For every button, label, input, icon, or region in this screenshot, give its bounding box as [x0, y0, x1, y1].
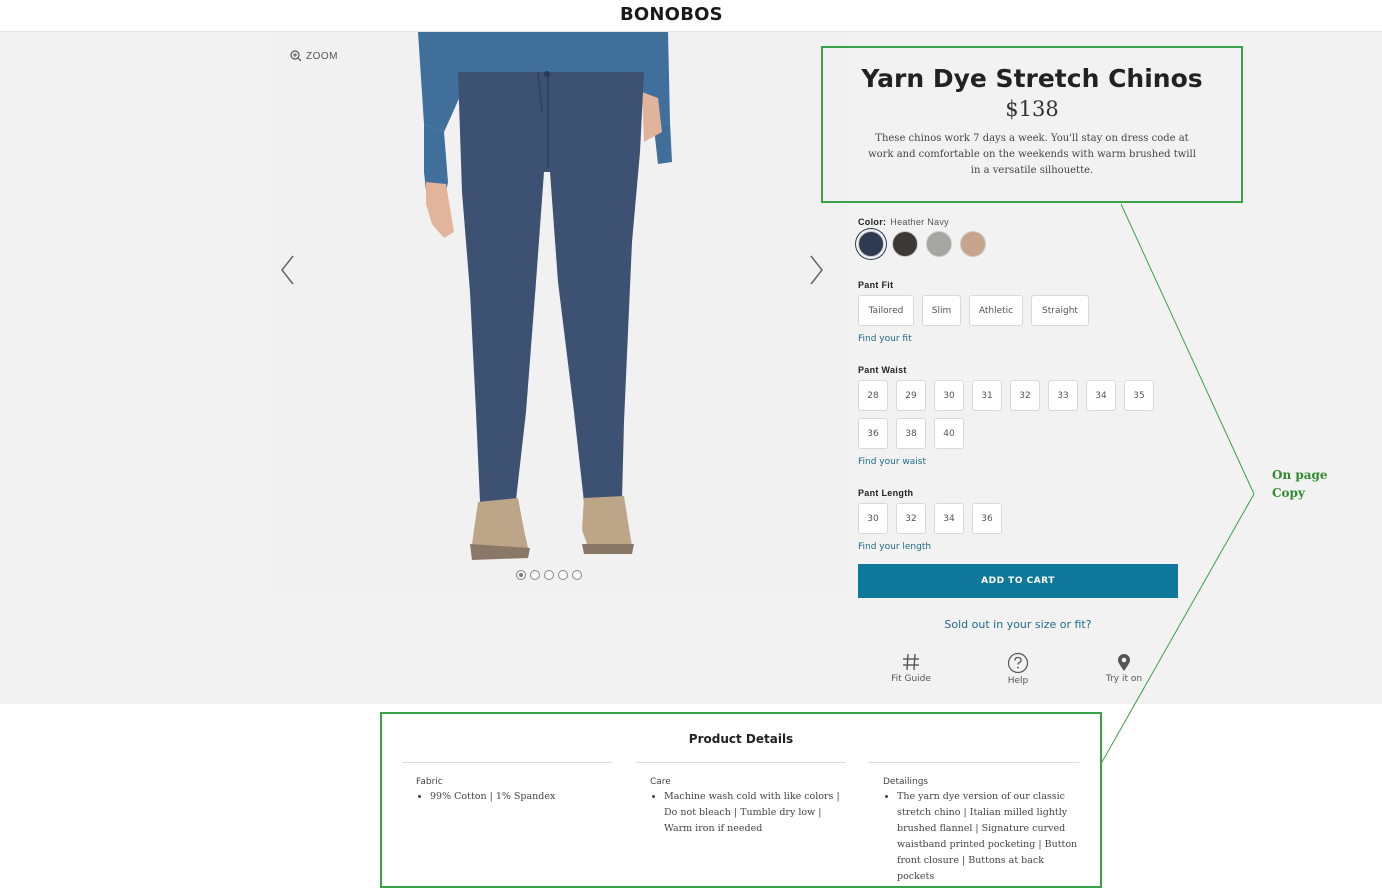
help-label: Help — [1007, 676, 1029, 686]
detailings-item: The yarn dye version of our classic stre… — [897, 789, 1079, 885]
try-it-on-button[interactable]: Try it on — [1089, 652, 1159, 684]
annotation-line-1: On page — [1272, 468, 1328, 482]
color-selected-value: Heather Navy — [890, 217, 949, 227]
waist-option[interactable]: 34 — [1086, 380, 1116, 411]
length-option[interactable]: 34 — [934, 503, 964, 534]
site-header: BONOBOS — [0, 0, 1382, 32]
color-label-text: Color: — [858, 217, 887, 227]
image-pagination — [516, 570, 582, 580]
product-copy-box: Yarn Dye Stretch Chinos $138 These chino… — [821, 46, 1243, 203]
product-image — [418, 32, 672, 560]
waist-option[interactable]: 30 — [934, 380, 964, 411]
swatch-charcoal[interactable] — [892, 231, 918, 257]
swatch-khaki[interactable] — [960, 231, 986, 257]
hash-icon — [903, 653, 919, 671]
previous-image-arrow-icon[interactable] — [278, 254, 298, 286]
help-button[interactable]: Help — [983, 652, 1053, 686]
product-price: $138 — [1005, 97, 1059, 121]
length-option[interactable]: 30 — [858, 503, 888, 534]
add-to-cart-button[interactable]: ADD TO CART — [858, 564, 1178, 598]
care-item: Machine wash cold with like colors | Do … — [664, 789, 846, 837]
length-options: 30 32 34 36 — [858, 503, 1002, 534]
find-your-waist-link[interactable]: Find your waist — [858, 457, 926, 467]
fabric-heading: Fabric — [416, 777, 443, 787]
waist-options-row-2: 36 38 40 — [858, 418, 964, 449]
product-description: These chinos work 7 days a week. You'll … — [868, 133, 1196, 176]
question-icon — [1007, 652, 1029, 674]
location-pin-icon — [1118, 654, 1130, 671]
waist-option[interactable]: 38 — [896, 418, 926, 449]
annotation-line-2: Copy — [1272, 486, 1305, 500]
swatch-grey[interactable] — [926, 231, 952, 257]
fit-option-athletic[interactable]: Athletic — [969, 295, 1023, 326]
pant-length-label: Pant Length — [858, 488, 914, 498]
pagination-dot[interactable] — [516, 570, 526, 580]
fit-guide-button[interactable]: Fit Guide — [876, 652, 946, 684]
waist-option[interactable]: 40 — [934, 418, 964, 449]
pagination-dot[interactable] — [544, 570, 554, 580]
waist-option[interactable]: 28 — [858, 380, 888, 411]
detailings-column: Detailings The yarn dye version of our c… — [869, 762, 1079, 885]
waist-option[interactable]: 36 — [858, 418, 888, 449]
fit-option-tailored[interactable]: Tailored — [858, 295, 914, 326]
swatch-heather-navy[interactable] — [858, 231, 884, 257]
annotation-label: On page Copy — [1272, 466, 1328, 502]
fabric-column: Fabric 99% Cotton | 1% Spandex — [402, 762, 612, 805]
fabric-item: 99% Cotton | 1% Spandex — [430, 789, 612, 805]
waist-option[interactable]: 35 — [1124, 380, 1154, 411]
zoom-button[interactable]: ZOOM — [290, 50, 338, 62]
waist-option[interactable]: 29 — [896, 380, 926, 411]
pagination-dot[interactable] — [530, 570, 540, 580]
fit-option-slim[interactable]: Slim — [922, 295, 961, 326]
try-it-on-label: Try it on — [1105, 674, 1143, 684]
product-details-section: Product Details Fabric 99% Cotton | 1% S… — [380, 712, 1102, 888]
waist-option[interactable]: 33 — [1048, 380, 1078, 411]
fit-option-straight[interactable]: Straight — [1031, 295, 1089, 326]
pagination-dot[interactable] — [572, 570, 582, 580]
pagination-dot[interactable] — [558, 570, 568, 580]
length-option[interactable]: 32 — [896, 503, 926, 534]
brand-logo[interactable]: BONOBOS — [620, 4, 723, 25]
detailings-heading: Detailings — [883, 777, 929, 787]
care-column: Care Machine wash cold with like colors … — [636, 762, 846, 837]
find-your-length-link[interactable]: Find your length — [858, 542, 931, 552]
find-your-fit-link[interactable]: Find your fit — [858, 334, 912, 344]
color-swatches — [858, 231, 986, 257]
product-details-title: Product Details — [688, 732, 794, 746]
sold-out-link[interactable]: Sold out in your size or fit? — [858, 618, 1178, 631]
pant-fit-label: Pant Fit — [858, 280, 894, 290]
color-label: Color: Heather Navy — [858, 217, 949, 227]
waist-option[interactable]: 31 — [972, 380, 1002, 411]
length-option[interactable]: 36 — [972, 503, 1002, 534]
waist-option[interactable]: 32 — [1010, 380, 1040, 411]
pant-fit-options: Tailored Slim Athletic Straight — [858, 295, 1089, 326]
zoom-label: ZOOM — [306, 50, 338, 62]
next-image-arrow-icon[interactable] — [806, 254, 826, 286]
fit-guide-label: Fit Guide — [891, 674, 931, 684]
care-heading: Care — [650, 777, 671, 787]
zoom-icon — [290, 50, 302, 62]
waist-options-row-1: 28 29 30 31 32 33 34 35 — [858, 380, 1154, 411]
product-title: Yarn Dye Stretch Chinos — [861, 64, 1203, 93]
pant-waist-label: Pant Waist — [858, 365, 907, 375]
